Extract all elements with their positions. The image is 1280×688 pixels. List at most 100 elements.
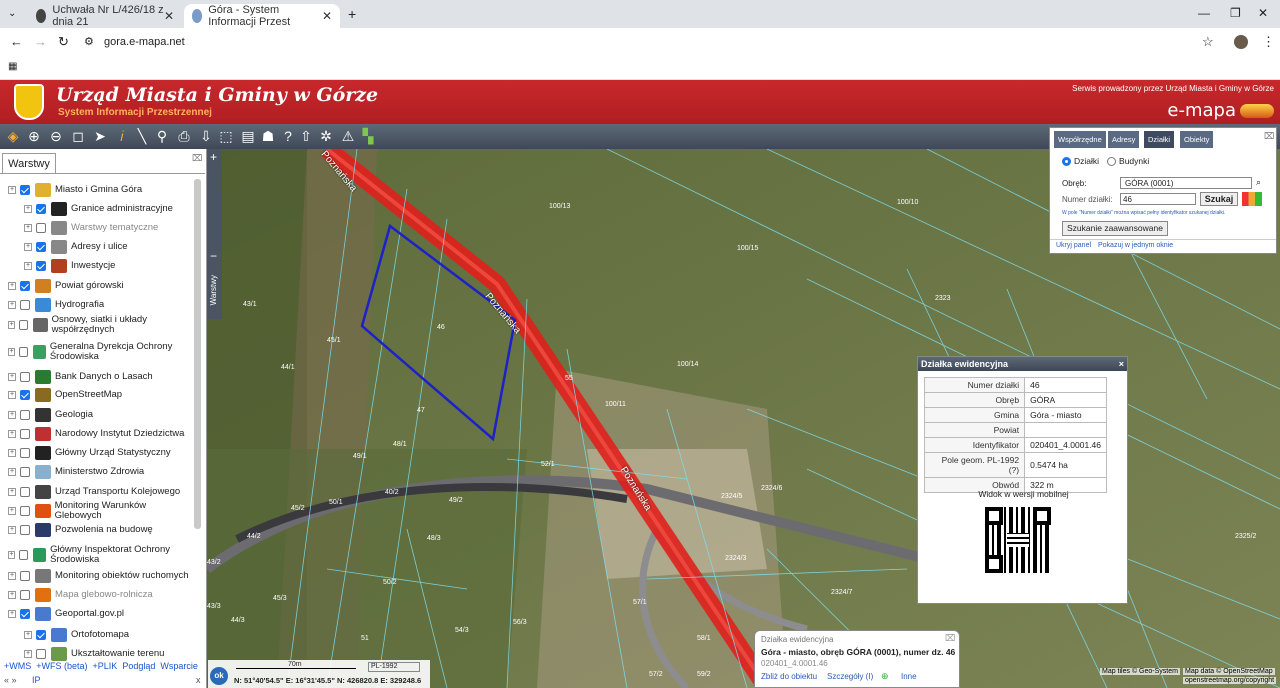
layers-scrollbar[interactable] [194,179,201,529]
expand-icon[interactable]: + [8,185,16,194]
select-icon[interactable]: ⬚ [218,128,234,144]
link-icon[interactable]: ⚲ [154,128,170,144]
apps-icon[interactable]: ▦ [8,61,17,72]
profile-avatar[interactable] [1234,35,1248,49]
layer-checkbox[interactable] [36,629,46,640]
radio-buildings[interactable] [1107,156,1117,166]
layer-checkbox[interactable] [18,346,28,357]
expand-icon[interactable]: + [8,550,16,559]
expand-icon[interactable]: + [8,506,16,515]
print-icon[interactable]: ⎙ [176,128,192,144]
minimize-icon[interactable]: — [1198,6,1210,20]
expand-icon[interactable]: + [8,372,16,381]
layer-item[interactable]: + Mapa glebowo-rolnicza [8,585,194,604]
expand-icon[interactable]: + [8,429,16,438]
layers-icon[interactable]: ◈ [5,128,21,144]
add-wms-link[interactable]: +WMS [4,661,31,671]
measure-icon[interactable]: ╲ [134,128,150,144]
zoom-out-icon[interactable]: ⊖ [48,128,64,144]
layer-checkbox[interactable] [20,389,30,400]
layer-checkbox[interactable] [20,299,30,310]
site-info-icon[interactable]: ⚙ [84,35,94,48]
layer-checkbox[interactable] [20,524,30,535]
support-link[interactable]: Wsparcie [160,661,198,671]
search-button[interactable]: Szukaj [1200,192,1238,206]
obreb-select[interactable]: GÓRA (0001) [1120,177,1252,189]
close-icon[interactable]: ⌧ [945,633,955,644]
add-file-link[interactable]: +PLIK [93,661,118,671]
zoom-to-object-link[interactable]: Zbliż do obiektu [761,672,817,681]
layer-checkbox[interactable] [20,447,30,458]
layer-checkbox[interactable] [36,203,46,214]
advanced-search-button[interactable]: Szukanie zaawansowane [1062,221,1168,236]
table-icon[interactable]: ▤ [240,128,256,144]
radio-parcels[interactable] [1062,156,1071,166]
crs-select[interactable]: PL-1992 [368,662,420,672]
tab-addresses[interactable]: Adresy [1108,131,1140,148]
plus-icon[interactable]: ⊕ [881,671,889,682]
url-field[interactable]: gora.e-mapa.net [104,36,185,48]
expand-icon[interactable]: + [8,448,16,457]
qr-code[interactable] [985,507,1051,573]
close-icon[interactable]: ✕ [164,9,174,23]
download-icon[interactable]: ⇩ [198,128,214,144]
hide-panel-link[interactable]: Ukryj panel [1056,242,1091,249]
close-icon[interactable]: ✕ [322,9,332,23]
layer-item[interactable]: + Pozwolenia na budowę [8,520,194,539]
side-tab-layers[interactable]: Warstwy [209,275,218,305]
expand-icon[interactable]: + [8,525,16,534]
expand-icon[interactable]: + [8,467,16,476]
layer-item[interactable]: + Narodowy Instytut Dziedzictwa [8,424,194,443]
warning-icon[interactable]: ⚠ [340,128,356,144]
layer-item[interactable]: + Geologia [8,405,194,424]
window-close-icon[interactable]: ✕ [1258,6,1268,20]
layer-item[interactable]: + Inwestycje [24,256,194,275]
nav-arrows[interactable]: « » [4,675,17,685]
layer-checkbox[interactable] [20,466,30,477]
expand-icon[interactable]: + [8,300,16,309]
layer-checkbox[interactable] [19,505,30,516]
info-icon[interactable]: 𝑖 [114,128,130,144]
layer-item[interactable]: + Bank Danych o Lasach [8,367,194,386]
zoom-slider[interactable]: + − Warstwy [207,149,222,319]
settings-icon[interactable]: ✲ [318,128,334,144]
layer-item[interactable]: + Generalna Dyrekcja Ochrony Środowiska [8,341,194,361]
tab-objects[interactable]: Obiekty [1180,131,1214,148]
layer-item[interactable]: + Miasto i Gmina Góra [8,180,194,199]
tab-parcels[interactable]: Działki [1144,131,1175,148]
expand-icon[interactable]: + [24,649,32,658]
layer-item[interactable]: + Monitoring Warunków Glebowych [8,500,194,520]
layer-checkbox[interactable] [20,409,30,420]
upload-icon[interactable]: ⇧ [298,128,314,144]
layers-tab[interactable]: Warstwy [2,153,56,173]
reload-icon[interactable]: ↻ [58,34,69,50]
expand-icon[interactable]: + [24,261,32,270]
browser-tab-1[interactable]: Uchwała Nr L/426/18 z dnia 21 ✕ [28,4,182,28]
layer-item[interactable]: + Warstwy tematyczne [24,218,194,237]
zoom-out-button[interactable]: − [210,249,217,263]
layer-checkbox[interactable] [20,280,30,291]
expand-icon[interactable]: + [8,571,16,580]
layer-item[interactable]: + Ministerstwo Zdrowia [8,462,194,481]
zoom-in-icon[interactable]: ⊕ [26,128,42,144]
comment-icon[interactable]: ☗ [260,128,276,144]
expand-icon[interactable]: + [24,242,32,251]
expand-icon[interactable]: + [24,204,32,213]
layer-checkbox[interactable] [20,570,30,581]
grid-color-icon[interactable]: ▚ [360,128,376,144]
layer-checkbox[interactable] [36,260,46,271]
ok-button[interactable]: ok [210,667,228,685]
browser-tab-2[interactable]: Góra - System Informacji Przest ✕ [184,4,340,28]
help-icon[interactable]: ? [280,128,296,144]
tab-coordinates[interactable]: Współrzędne [1054,131,1106,148]
layer-item[interactable]: + Powiat górowski [8,276,194,295]
single-window-link[interactable]: Pokazuj w jednym oknie [1098,242,1173,249]
layer-item[interactable]: + Hydrografia [8,295,194,314]
layer-item[interactable]: + Adresy i ulice [24,237,194,256]
preview-link[interactable]: Podgląd [122,661,155,671]
layer-item[interactable]: + Główny Urząd Statystyczny [8,443,194,462]
layer-item[interactable]: + Urząd Transportu Kolejowego [8,482,194,501]
ip-link[interactable]: IP [32,675,41,685]
layer-checkbox[interactable] [20,371,30,382]
layer-item[interactable]: + Granice administracyjne [24,199,194,218]
